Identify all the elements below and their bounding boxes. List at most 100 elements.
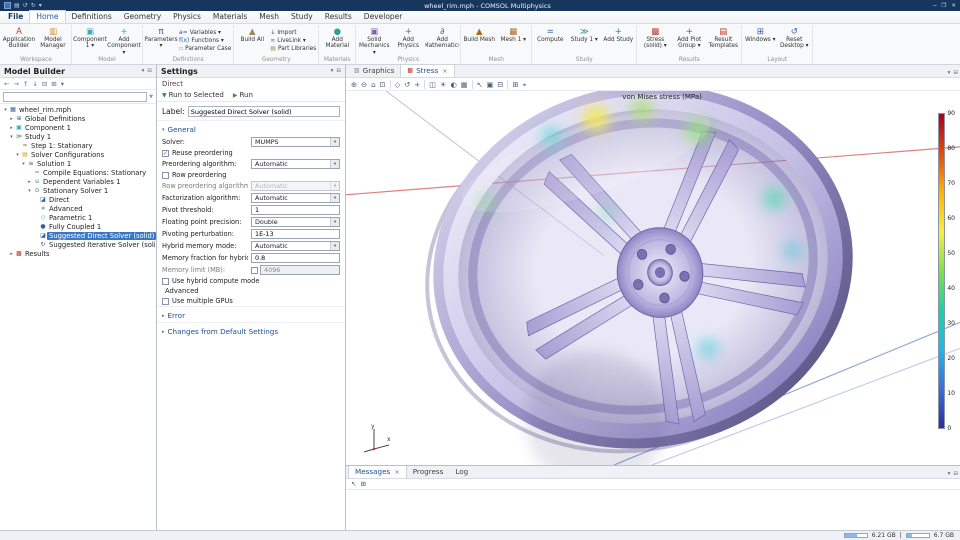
tree-node-suggested-direct-solver-solid[interactable]: ◪Suggested Direct Solver (solid) — [0, 231, 156, 240]
tree-node-study-1[interactable]: ▾≫Study 1 — [0, 132, 156, 141]
ribbon-import-button[interactable]: ↓Import — [270, 29, 316, 36]
ribbon-model-manager-button[interactable]: ▥Model Manager — [36, 25, 70, 56]
menu-tab-results[interactable]: Results — [319, 11, 358, 23]
ribbon-application-builder-button[interactable]: AApplication Builder — [2, 25, 36, 56]
rotate-view-icon[interactable]: ↺ — [404, 79, 410, 90]
redo-icon[interactable]: ↻ — [31, 2, 36, 9]
image-snapshot-icon[interactable]: ▣ — [487, 79, 494, 90]
tree-expanded-arrow-icon[interactable]: ▾ — [20, 161, 27, 167]
close-button[interactable]: ✕ — [951, 2, 956, 10]
tree-node-solver-configurations[interactable]: ▾▤Solver Configurations — [0, 150, 156, 159]
floating-point-precision-select[interactable]: Double▾ — [251, 217, 340, 227]
print-icon[interactable]: ⊟ — [497, 79, 503, 90]
filter-funnel-icon[interactable]: ▼ — [149, 94, 153, 100]
tree-expanded-arrow-icon[interactable]: ▾ — [26, 188, 33, 194]
menu-tab-study[interactable]: Study — [285, 11, 319, 23]
hybrid-memory-mode-select[interactable]: Automatic▾ — [251, 241, 340, 251]
ribbon-build-all-button[interactable]: ▲Build All — [235, 25, 269, 56]
section-header-general[interactable]: ▾General — [157, 120, 345, 136]
go-back-icon[interactable]: ← — [4, 79, 9, 89]
panel-collapse-icon[interactable]: ⊟ — [953, 69, 958, 77]
menu-tab-definitions[interactable]: Definitions — [66, 11, 118, 23]
menu-tab-physics[interactable]: Physics — [167, 11, 207, 23]
panel-menu-icon[interactable]: ▾ — [948, 470, 951, 478]
ribbon-add-study-button[interactable]: +Add Study — [601, 25, 635, 56]
pivot-threshold-input[interactable] — [251, 205, 340, 215]
zoom-out-icon[interactable]: ⊖ — [361, 79, 367, 90]
tree-node-solution-1[interactable]: ▾≡Solution 1 — [0, 159, 156, 168]
tree-node-parametric-1[interactable]: ◇Parametric 1 — [0, 213, 156, 222]
close-tab-icon[interactable]: × — [442, 67, 447, 75]
label-field-input[interactable] — [188, 106, 340, 117]
tree-node-step-1-stationary[interactable]: =Step 1: Stationary — [0, 141, 156, 150]
ribbon-compute-button[interactable]: =Compute — [533, 25, 567, 56]
tree-node-compile-equations-stationary[interactable]: ≈Compile Equations: Stationary — [0, 168, 156, 177]
select-entities-icon[interactable]: ↖ — [477, 79, 483, 90]
tree-node-global-definitions[interactable]: ▸⊕Global Definitions — [0, 114, 156, 123]
ribbon-parameters-button[interactable]: πParameters ▾ — [144, 25, 178, 56]
factorization-algorithm-select[interactable]: Automatic▾ — [251, 193, 340, 203]
run-to-selected-button[interactable]: ▼Run to Selected — [162, 91, 224, 99]
pivoting-perturbation-input[interactable] — [251, 229, 340, 239]
tab-stress[interactable]: ▩Stress× — [400, 65, 454, 77]
expand-all-icon[interactable]: ⊞ — [51, 79, 56, 89]
tree-filter-input[interactable] — [3, 92, 147, 102]
ribbon-parameter-case-button[interactable]: ▫Parameter Case — [179, 45, 231, 52]
ribbon-variables-button[interactable]: a=Variables ▾ — [179, 29, 231, 36]
ribbon-result-templates-button[interactable]: ▤Result Templates — [706, 25, 740, 56]
ribbon-component-1-button[interactable]: ▣Component 1 ▾ — [73, 25, 107, 56]
tree-expanded-arrow-icon[interactable]: ▾ — [2, 107, 9, 113]
tree-node-component-1[interactable]: ▸▣Component 1 — [0, 123, 156, 132]
wireframe-rendering-icon[interactable]: ▦ — [461, 79, 468, 90]
row-preordering-checkbox[interactable] — [162, 172, 169, 179]
tree-expanded-arrow-icon[interactable]: ▾ — [14, 152, 21, 158]
graphics-canvas[interactable]: von Mises stress (MPa) 90807060504030201… — [346, 91, 960, 465]
go-forward-icon[interactable]: → — [13, 79, 18, 89]
ribbon-part-libraries-button[interactable]: ▤Part Libraries — [270, 45, 316, 52]
ribbon-livelink-button[interactable]: ∞LiveLink ▾ — [270, 37, 316, 44]
panel-collapse-icon[interactable]: ⊟ — [336, 67, 341, 75]
menu-tab-mesh[interactable]: Mesh — [253, 11, 285, 23]
scene-light-icon[interactable]: ☀ — [440, 79, 446, 90]
zoom-box-icon[interactable]: ⊡ — [380, 79, 386, 90]
tab-log[interactable]: Log — [449, 466, 474, 478]
tab-messages[interactable]: Messages× — [348, 466, 407, 478]
undo-icon[interactable]: ↺ — [23, 2, 28, 9]
tree-collapsed-arrow-icon[interactable]: ▸ — [8, 251, 15, 257]
model-builder-menu-icon[interactable]: ▾ — [61, 79, 64, 89]
minimize-button[interactable]: ─ — [933, 2, 936, 10]
panel-collapse-icon[interactable]: ⊟ — [147, 67, 152, 75]
tree-collapsed-arrow-icon[interactable]: ▸ — [26, 179, 33, 185]
ribbon-study-1-button[interactable]: ≫Study 1 ▾ — [567, 25, 601, 56]
ribbon-add-plot-group-button[interactable]: +Add Plot Group ▾ — [672, 25, 706, 56]
go-to-default-view-icon[interactable]: ◇ — [395, 79, 401, 90]
ribbon-reset-desktop-button[interactable]: ↺Reset Desktop ▾ — [777, 25, 811, 56]
ribbon-add-physics-button[interactable]: +Add Physics — [391, 25, 425, 56]
panel-menu-icon[interactable]: ▾ — [331, 67, 334, 75]
tree-collapsed-arrow-icon[interactable]: ▸ — [8, 125, 15, 131]
collapse-all-icon[interactable]: ⊟ — [42, 79, 47, 89]
tree-node-suggested-iterative-solver-solid[interactable]: ↻Suggested Iterative Solver (solid) — [0, 240, 156, 249]
tree-node-dependent-variables-1[interactable]: ▸uDependent Variables 1 — [0, 177, 156, 186]
tree-node-fully-coupled-1[interactable]: ●Fully Coupled 1 — [0, 222, 156, 231]
show-axes-icon[interactable]: ⌖ — [522, 79, 526, 90]
show-grid-icon[interactable]: ⊞ — [512, 79, 518, 90]
tab-progress[interactable]: Progress — [407, 466, 450, 478]
close-tab-icon[interactable]: × — [394, 468, 399, 476]
ribbon-build-mesh-button[interactable]: ▲Build Mesh — [462, 25, 496, 56]
ribbon-windows-button[interactable]: ⊞Windows ▾ — [743, 25, 777, 56]
preordering-algorithm-select[interactable]: Automatic▾ — [251, 159, 340, 169]
memory-fraction-for-hybrid-mode-input[interactable] — [251, 253, 340, 263]
panel-menu-icon[interactable]: ▾ — [948, 69, 951, 77]
section-header-error[interactable]: ▸Error — [157, 306, 345, 322]
move-down-icon[interactable]: ↓ — [32, 79, 37, 89]
panel-collapse-icon[interactable]: ⊟ — [953, 470, 958, 478]
menu-tab-materials[interactable]: Materials — [207, 11, 253, 23]
menu-tab-file[interactable]: File — [2, 11, 29, 23]
customize-quick-access-icon[interactable]: ▾ — [39, 2, 42, 9]
panel-menu-icon[interactable]: ▾ — [142, 67, 145, 75]
menu-tab-geometry[interactable]: Geometry — [118, 11, 167, 23]
tree-node-stationary-solver-1[interactable]: ▾⊙Stationary Solver 1 — [0, 186, 156, 195]
save-icon[interactable]: ▤ — [14, 2, 20, 9]
tree-node-direct[interactable]: ◪Direct — [0, 195, 156, 204]
